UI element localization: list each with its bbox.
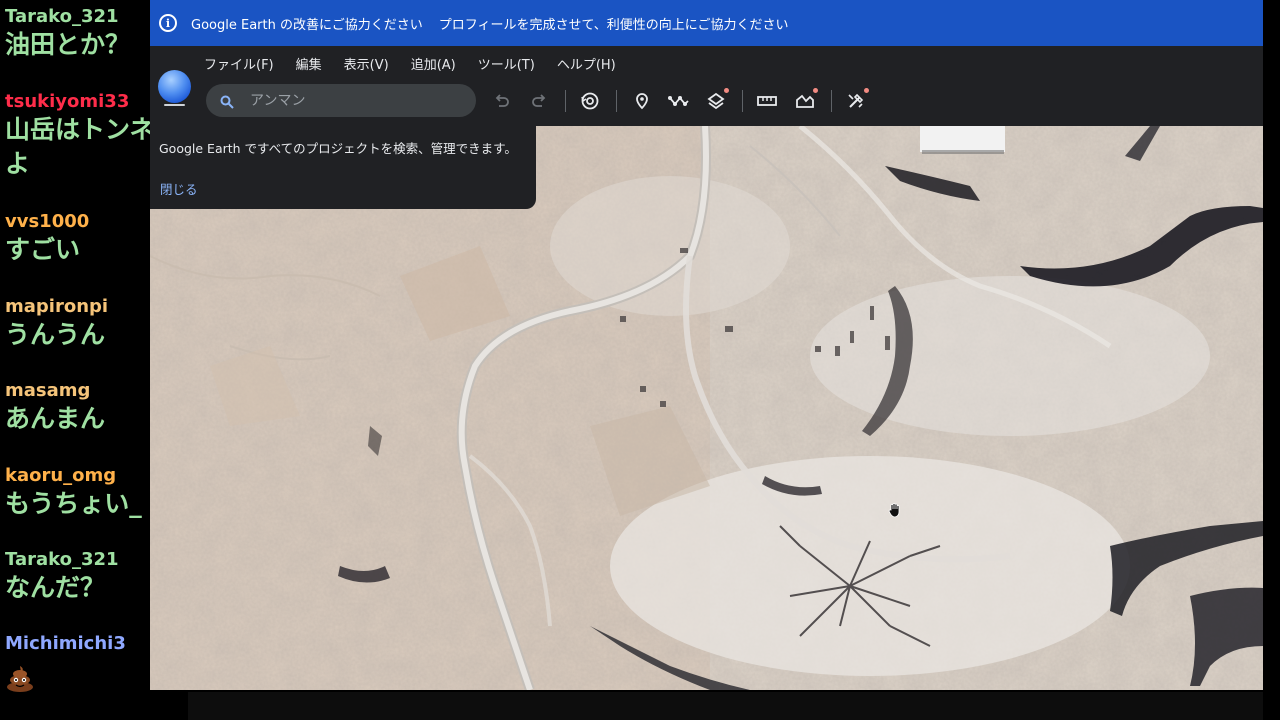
feedback-banner: i Google Earth の改善にご協力ください プロフィールを完成させて、…: [150, 0, 1263, 46]
chat-username: tsukiyomi33: [5, 91, 130, 112]
chat-overlay: Tarako_321 油田とか？ tsukiyomi33 山岳はトンネ よ vv…: [0, 0, 150, 720]
history-icon[interactable]: [579, 90, 601, 112]
chat-message: masamg あんまん: [5, 380, 105, 436]
popup-close-button[interactable]: 閉じる: [160, 179, 198, 198]
menu-edit[interactable]: 編集: [296, 54, 322, 73]
toolbar-divider: [616, 90, 617, 112]
ruler-icon[interactable]: [756, 90, 778, 112]
chat-text: よ: [5, 149, 31, 178]
search-tip-popup: Google Earth ですべてのプロジェクトを検索、管理できます。 閉じる: [150, 126, 536, 209]
chat-text: すごい: [5, 235, 81, 264]
right-edge: [1263, 0, 1280, 720]
settings-icon[interactable]: [845, 90, 867, 112]
redo-icon[interactable]: [528, 90, 550, 112]
chat-username: kaoru_omg: [5, 465, 117, 486]
menu-tools[interactable]: ツール(T): [478, 54, 535, 73]
chat-message: Tarako_321 油田とか？: [5, 6, 130, 62]
chat-username: masamg: [5, 380, 91, 401]
poop-emoji-icon: [5, 663, 35, 693]
chat-message: mapironpi うんうん: [5, 296, 108, 352]
google-earth-logo-icon[interactable]: [158, 70, 191, 106]
toolbar-divider: [565, 90, 566, 112]
search-input[interactable]: [248, 91, 452, 110]
bottom-bar-inner: [188, 692, 1263, 720]
menu-add[interactable]: 追加(A): [411, 54, 456, 73]
search-icon: [220, 94, 234, 109]
chat-message: tsukiyomi33 山岳はトンネ よ: [5, 91, 150, 181]
chat-message: vvs1000 すごい: [5, 211, 89, 267]
chat-username: vvs1000: [5, 211, 90, 232]
chat-username: Tarako_321: [5, 6, 119, 27]
notification-dot: [864, 88, 869, 93]
elevation-chart-icon[interactable]: [794, 90, 816, 112]
chat-text: 油田とか？: [5, 30, 131, 59]
chat-text: もうちょい_: [5, 489, 142, 518]
menu-help[interactable]: ヘルプ(H): [557, 54, 616, 73]
info-icon: i: [159, 14, 177, 32]
chat-text: うんうん: [5, 320, 106, 349]
chat-text: 山岳はトンネ: [5, 115, 150, 144]
layers-icon[interactable]: [705, 90, 727, 112]
chat-username: mapironpi: [5, 296, 109, 317]
chat-username: Tarako_321: [5, 549, 119, 570]
toolbar-divider: [831, 90, 832, 112]
banner-feedback-link[interactable]: Google Earth の改善にご協力ください: [191, 14, 423, 33]
chat-message: Tarako_321 なんだ？: [5, 549, 119, 605]
notification-dot: [724, 88, 729, 93]
banner-profile-link[interactable]: プロフィールを完成させて、利便性の向上にご協力ください: [439, 14, 789, 33]
menu-view[interactable]: 表示(V): [344, 54, 389, 73]
chat-text: あんまん: [5, 404, 106, 433]
chat-message: kaoru_omg もうちょい_: [5, 465, 142, 521]
hand-cursor-icon: [888, 502, 902, 518]
notification-dot: [813, 88, 818, 93]
satellite-map[interactable]: [150, 126, 1263, 690]
toolbar-divider: [742, 90, 743, 112]
app-header: ファイル(F) 編集 表示(V) 追加(A) ツール(T) ヘルプ(H): [150, 46, 1263, 126]
search-bar[interactable]: [206, 84, 476, 117]
undo-icon[interactable]: [491, 90, 513, 112]
menu-file[interactable]: ファイル(F): [204, 54, 274, 73]
chat-username: Michimichi3: [5, 633, 126, 654]
placemark-icon[interactable]: [631, 90, 653, 112]
chat-text: なんだ？: [5, 573, 106, 602]
menu-bar: ファイル(F) 編集 表示(V) 追加(A) ツール(T) ヘルプ(H): [204, 54, 638, 73]
chat-message: Michimichi3: [5, 633, 126, 697]
popup-message: Google Earth ですべてのプロジェクトを検索、管理できます。: [159, 141, 517, 156]
path-icon[interactable]: [668, 90, 690, 112]
